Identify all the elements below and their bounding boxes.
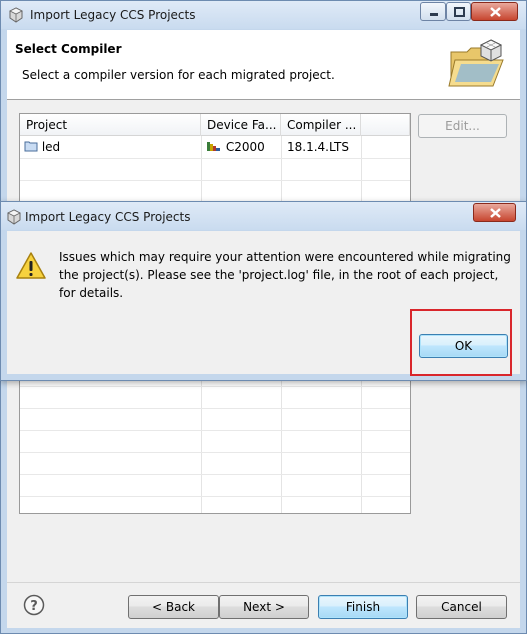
maximize-button[interactable] <box>446 2 471 21</box>
row-divider <box>20 430 410 431</box>
column-header-device-family[interactable]: Device Fa... <box>201 114 281 136</box>
row-divider <box>20 452 410 453</box>
wizard-header: Select Compiler Select a compiler versio… <box>7 30 520 100</box>
window-close-button[interactable] <box>471 2 518 21</box>
next-button[interactable]: Next > <box>219 595 309 619</box>
svg-text:?: ? <box>30 599 38 614</box>
column-header-empty <box>361 114 410 136</box>
ccs-app-icon <box>6 209 22 225</box>
finish-button[interactable]: Finish <box>318 595 408 619</box>
dialog-title: Import Legacy CCS Projects <box>25 210 191 224</box>
column-header-project[interactable]: Project <box>20 114 201 136</box>
column-header-compiler[interactable]: Compiler ... <box>281 114 361 136</box>
row-divider <box>20 180 410 181</box>
close-icon <box>490 7 501 17</box>
device-family-cell: C2000 <box>206 136 265 158</box>
row-divider <box>20 408 410 409</box>
row-divider <box>20 386 410 387</box>
dialog-close-button[interactable] <box>473 203 516 222</box>
row-divider <box>20 496 410 497</box>
table-row[interactable]: led C2000 18.1.4.LTS <box>20 136 410 158</box>
page-title: Select Compiler <box>15 42 122 56</box>
button-bar-separator <box>7 582 520 583</box>
close-icon <box>490 208 501 218</box>
page-description: Select a compiler version for each migra… <box>22 68 335 82</box>
project-cell: led <box>24 136 60 158</box>
ok-button-highlight-box <box>410 309 512 376</box>
window-titlebar[interactable]: Import Legacy CCS Projects <box>1 1 526 29</box>
dialog-titlebar[interactable]: Import Legacy CCS Projects <box>1 202 526 230</box>
device-family: C2000 <box>225 140 265 154</box>
project-folder-icon <box>24 141 38 152</box>
device-chip-icon <box>207 142 220 151</box>
project-name: led <box>41 140 61 154</box>
edit-button[interactable]: Edit... <box>418 114 507 138</box>
help-icon[interactable]: ? <box>23 594 45 616</box>
dialog-message: Issues which may require your attention … <box>59 250 511 300</box>
cancel-button[interactable]: Cancel <box>416 595 507 619</box>
row-divider <box>20 158 410 159</box>
window-title: Import Legacy CCS Projects <box>30 8 196 22</box>
compiler-version: 18.1.4.LTS <box>287 140 349 154</box>
open-folder-icon <box>447 36 509 92</box>
table-header: Project Device Fa... Compiler ... <box>20 114 410 136</box>
back-button[interactable]: < Back <box>128 595 219 619</box>
ccs-app-icon <box>8 7 24 23</box>
warning-icon <box>15 251 47 281</box>
row-divider <box>20 474 410 475</box>
minimize-button[interactable] <box>420 2 446 21</box>
